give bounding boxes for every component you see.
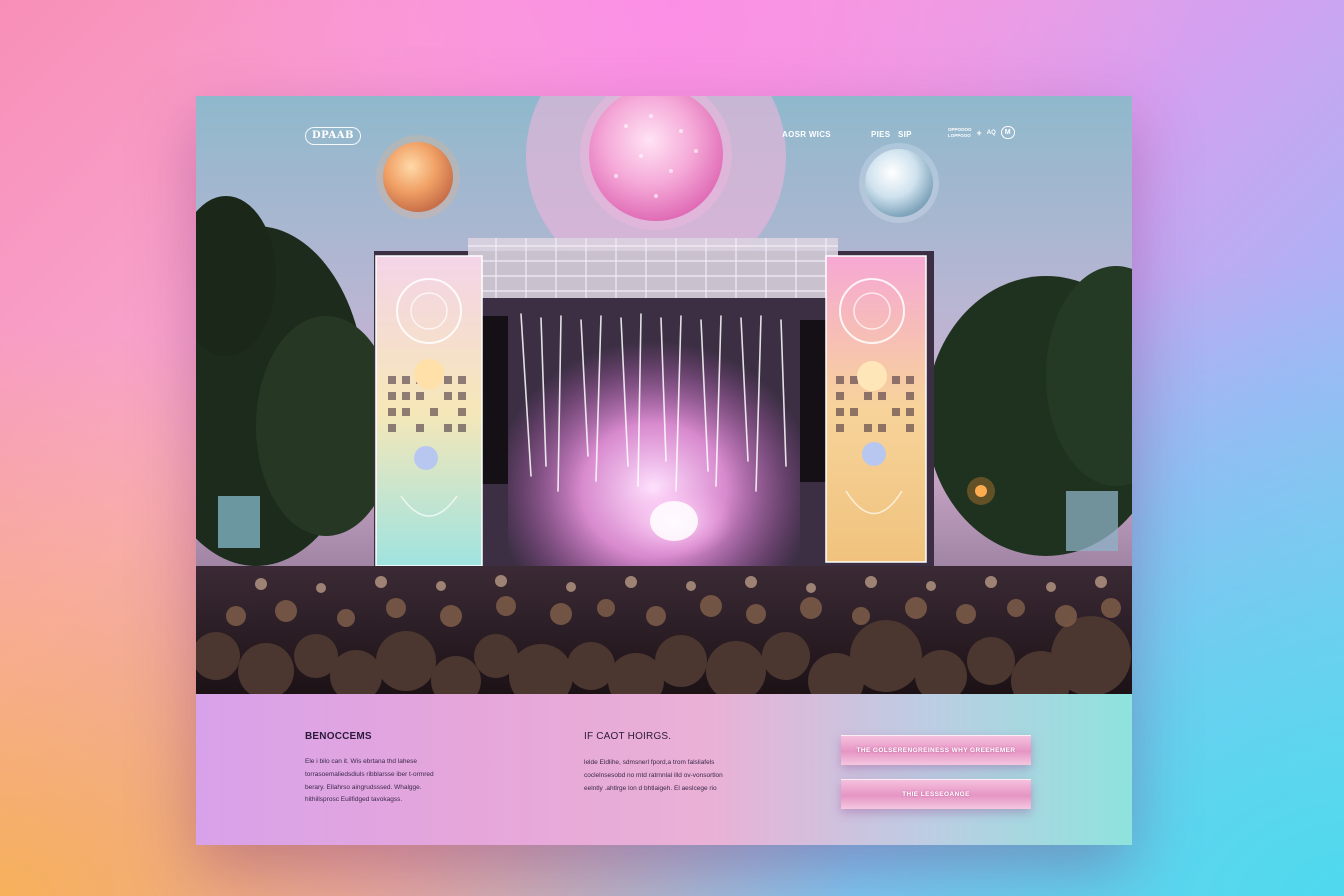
nav-link-pies[interactable]: PIES bbox=[871, 130, 890, 139]
hero-concert-image: DPAAB AOSR WICS PIES SIP OPPOOOO LOPPOOO… bbox=[196, 96, 1132, 694]
nav-link-aosr-wics[interactable]: AOSR WICS bbox=[782, 130, 831, 139]
nav-link-sip[interactable]: SIP bbox=[898, 130, 912, 139]
column-2-title: IF CAOT HOIRGS. bbox=[584, 731, 672, 742]
column-2-line: lelde Eldlihe, sdmsnerl fpord,a trom fal… bbox=[584, 759, 715, 766]
nav-account-label: OPPOOOO LOPPOOO bbox=[948, 127, 972, 139]
column-1-title: BENOCCEMS bbox=[305, 731, 372, 742]
landing-page-window: DPAAB AOSR WICS PIES SIP OPPOOOO LOPPOOO… bbox=[196, 96, 1132, 845]
column-1-line: hithillsprosc Euilfidged tavokagss. bbox=[305, 796, 403, 804]
stage bbox=[374, 238, 934, 571]
column-1-line: Ele i bilo can it. Wis ebrtana thd lahes… bbox=[305, 758, 418, 765]
nav-account-code: AQ bbox=[986, 129, 996, 136]
column-1-line: berary. Ellahrso aingrudsssed. Whalgge. bbox=[305, 783, 422, 791]
nav-account-line-2: LOPPOOO bbox=[948, 132, 971, 138]
column-2-text: lelde Eldlihe, sdmsnerl fpord,a trom fal… bbox=[584, 757, 723, 795]
brand-logo[interactable]: DPAAB bbox=[305, 127, 361, 145]
nav-account-group[interactable]: OPPOOOO LOPPOOO + AQ M bbox=[948, 126, 1015, 139]
nav-account-line-1: OPPOOOO bbox=[948, 126, 972, 132]
plus-icon: + bbox=[976, 127, 982, 138]
primary-cta-button[interactable]: THE GOLSERENGREINESS WHY GREEHEMER bbox=[841, 735, 1031, 765]
secondary-cta-button[interactable]: THIE LESSEOANGE bbox=[841, 779, 1031, 809]
user-badge-icon[interactable]: M bbox=[1000, 126, 1015, 139]
info-section: BENOCCEMS Ele i bilo can it. Wis ebrtana… bbox=[196, 694, 1132, 845]
column-2-line: coclelnsesobd no mtd ratrnnlal illd ov-v… bbox=[584, 771, 723, 779]
column-1-line: torrasoemaliedsdiuls ribblarsse iber t-o… bbox=[305, 770, 434, 778]
top-navigation: DPAAB AOSR WICS PIES SIP OPPOOOO LOPPOOO… bbox=[196, 96, 1132, 176]
column-1-text: Ele i bilo can it. Wis ebrtana thd lahes… bbox=[305, 756, 434, 807]
column-2-line: eelntly .ahtlrge lon d bhtlaigeh. El aes… bbox=[584, 784, 717, 792]
